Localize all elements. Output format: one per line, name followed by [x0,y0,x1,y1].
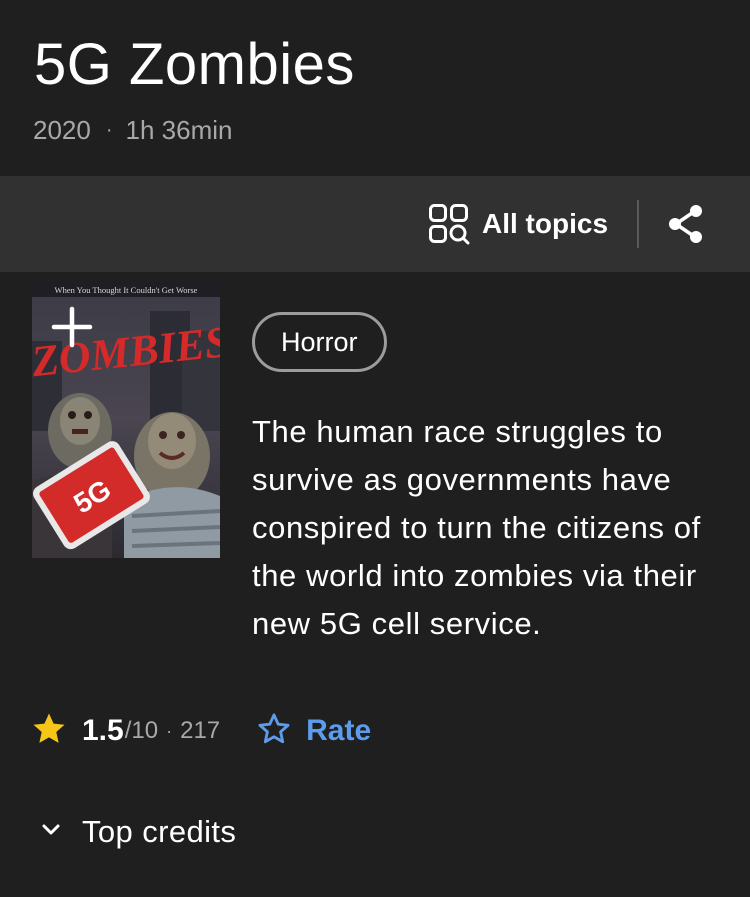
rate-button[interactable]: Rate [256,711,371,752]
share-icon [664,205,708,250]
all-topics-label: All topics [482,208,609,239]
share-button[interactable] [664,202,708,246]
topics-toolbar: All topics [0,176,750,272]
page-title: 5G Zombies [34,32,355,97]
rating-row: 1.5 /10 · 217 Rate [30,709,371,753]
rating-separator: · [166,720,173,741]
rating-value: 1.5 [82,714,124,747]
rate-label: Rate [306,714,372,747]
runtime: 1h 36min [125,115,233,145]
all-topics-button[interactable]: All topics [428,203,609,245]
add-to-watchlist-button[interactable] [50,305,94,349]
top-credits-toggle[interactable]: Top credits [38,810,236,854]
chevron-down-icon [38,817,64,848]
rating-scale: /10 [124,717,159,744]
grid-search-icon [428,203,470,245]
poster-tagline: When You Thought It Couldn't Get Worse [55,285,198,295]
toolbar-divider [637,200,639,248]
plot-summary: The human race struggles to survive as g… [252,414,701,641]
release-year: 2020 [33,115,91,145]
star-outline-icon [256,711,292,752]
genre-chip-horror[interactable]: Horror [252,312,387,372]
title-meta: 2020 · 1h 36min [33,113,232,147]
star-filled-icon [30,710,68,753]
plus-icon [50,306,94,353]
top-credits-label: Top credits [82,814,237,849]
meta-separator: · [105,119,113,141]
rating-count: 217 [180,717,221,744]
